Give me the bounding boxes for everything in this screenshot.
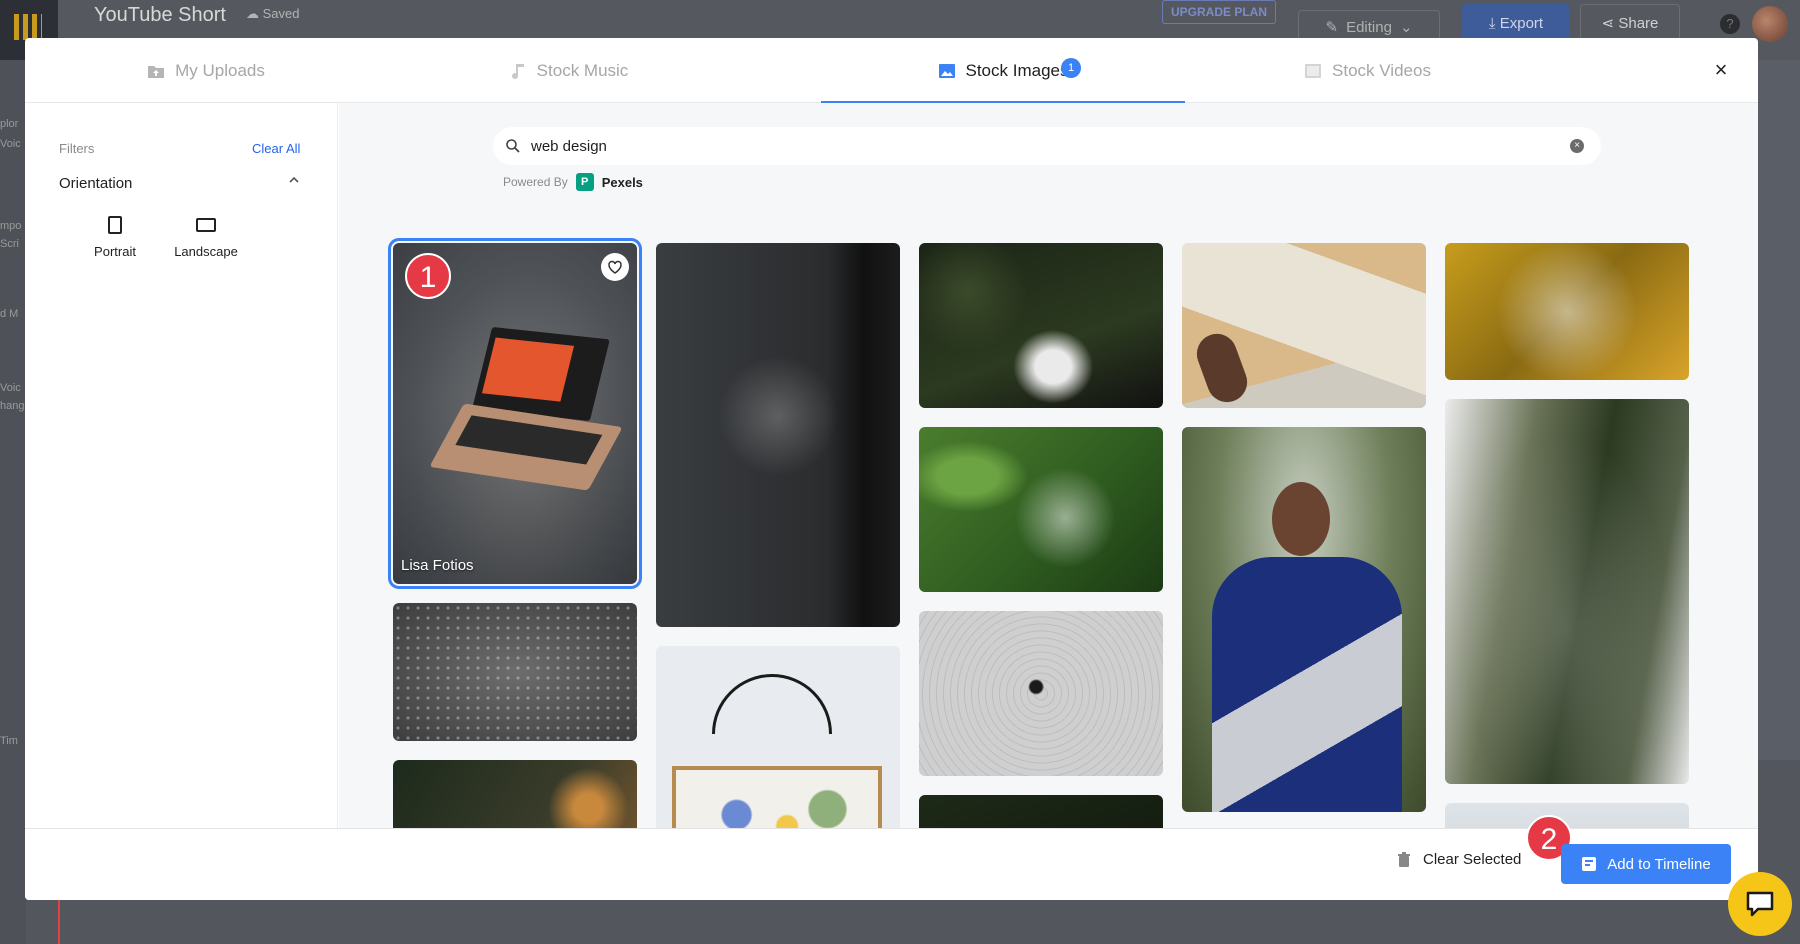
sidebar-label: Tim (0, 735, 18, 747)
user-avatar[interactable] (1752, 6, 1788, 42)
filters-label: Filters (59, 141, 95, 156)
share-button[interactable]: ⋖ Share (1580, 4, 1680, 42)
portrait-icon (108, 216, 122, 234)
sidebar-label: plor (0, 118, 19, 130)
clear-search-icon[interactable]: × (1570, 139, 1584, 153)
upload-folder-icon (148, 65, 165, 78)
search-bar: × (493, 127, 1601, 165)
portrait-head (1272, 482, 1330, 556)
trash-icon (1398, 851, 1410, 867)
pencil-icon: ✎ (1325, 19, 1339, 36)
hand-shape (1191, 328, 1253, 408)
landscape-icon (196, 218, 216, 232)
portrait-hoodie (1212, 557, 1402, 812)
tab-my-uploads[interactable]: My Uploads (25, 38, 387, 103)
orientation-portrait-option[interactable]: Portrait (75, 216, 155, 259)
landscape-label: Landscape (174, 244, 238, 259)
pexels-logo-icon: P (575, 173, 594, 191)
search-icon (506, 139, 520, 153)
clear-all-link[interactable]: Clear All (252, 141, 300, 156)
tab-label: Stock Images (965, 60, 1069, 80)
image-thumbnail-web-yellow[interactable] (1445, 243, 1689, 380)
help-icon[interactable]: ? (1720, 14, 1740, 34)
laptop-base (429, 403, 623, 491)
modal-footer: Clear Selected 2 Add to Timeline (25, 815, 1758, 900)
video-icon (1305, 63, 1322, 78)
sidebar-label: d M (0, 308, 19, 320)
image-thumbnail-web-tree[interactable] (1445, 399, 1689, 784)
image-thumbnail-woman-hoodie[interactable] (1182, 427, 1426, 812)
add-to-timeline-label: Add to Timeline (1607, 855, 1711, 873)
stock-images-results: × Powered By P Pexels Lisa Fotios 1 (339, 103, 1758, 828)
download-icon: ⤓ (1488, 14, 1500, 32)
project-title: YouTube Short (94, 4, 226, 26)
share-icon: ⋖ (1601, 15, 1619, 32)
tab-label: My Uploads (175, 60, 265, 80)
frame-hanger (712, 674, 832, 734)
filters-panel: Filters Clear All Orientation Portrait L… (25, 103, 338, 828)
photographer-credit: Lisa Fotios (401, 557, 474, 574)
powered-by: Powered By P Pexels (503, 173, 643, 191)
timeline-playhead (58, 900, 60, 944)
image-thumbnail-leaves-dark[interactable] (919, 243, 1163, 408)
export-label: Export (1499, 14, 1544, 32)
media-tabs: My Uploads Stock Music Stock Images 1 St… (25, 38, 1758, 104)
tab-label: Stock Videos (1332, 60, 1431, 80)
laptop-screen-content (481, 337, 575, 402)
tab-stock-images[interactable]: Stock Images 1 (821, 38, 1185, 104)
clear-selected-label: Clear Selected (1423, 851, 1522, 868)
image-thumbnail-web-green[interactable] (919, 427, 1163, 592)
image-thumbnail-desk-papers[interactable] (1182, 243, 1426, 408)
share-label: Share (1618, 14, 1659, 32)
tab-label: Stock Music (536, 60, 629, 80)
image-thumbnail-web-night[interactable] (919, 795, 1163, 828)
tab-stock-videos[interactable]: Stock Videos (1185, 38, 1550, 103)
editing-label: Editing (1346, 18, 1392, 36)
clear-selected-button[interactable]: Clear Selected (1397, 851, 1521, 868)
image-thumbnail-spider-gray[interactable] (919, 611, 1163, 776)
search-input[interactable] (531, 131, 1531, 161)
image-thumbnail-pressed-flowers[interactable] (656, 646, 900, 828)
image-icon (938, 63, 955, 78)
powered-by-label: Powered By (503, 175, 568, 189)
sidebar-label: Scri (0, 238, 19, 250)
close-icon[interactable]: × (1711, 59, 1731, 81)
add-to-timeline-button[interactable]: Add to Timeline (1561, 844, 1731, 884)
chevron-up-icon[interactable] (287, 173, 301, 187)
chat-support-icon[interactable] (1728, 872, 1792, 936)
tab-stock-music[interactable]: Stock Music (387, 38, 750, 103)
image-thumbnail-web-bokeh[interactable] (393, 760, 637, 828)
step-marker-1: 1 (405, 253, 451, 299)
portrait-label: Portrait (94, 244, 136, 259)
logo-bars-icon (14, 14, 42, 40)
saved-status: ☁ Saved (246, 6, 300, 21)
timeline-add-icon (1582, 857, 1597, 871)
sidebar-label: hang (0, 400, 25, 412)
sidebar-label: mpo (0, 220, 22, 232)
saved-status-label: Saved (262, 6, 300, 21)
selection-count-badge: 1 (1061, 58, 1081, 78)
sidebar-label: Voic (0, 382, 21, 394)
frame-glass (672, 766, 882, 828)
orientation-heading[interactable]: Orientation (59, 175, 132, 192)
upgrade-plan-button[interactable]: UPGRADE PLAN (1162, 0, 1276, 24)
orientation-landscape-option[interactable]: Landscape (166, 216, 246, 259)
editor-sidebar: plor Voic mpo Scri d M Voic hang Tim (0, 60, 26, 944)
image-thumbnail-web-dew[interactable] (393, 603, 637, 741)
laptop-keyboard (455, 415, 603, 465)
music-note-icon (511, 63, 524, 79)
media-library-modal: My Uploads Stock Music Stock Images 1 St… (25, 38, 1758, 900)
export-button[interactable]: ⤓ Export (1462, 4, 1570, 42)
image-thumbnail-web-dark[interactable] (656, 243, 900, 627)
pexels-name: Pexels (601, 174, 643, 190)
sidebar-label: Voic (0, 138, 21, 150)
chevron-down-icon: ⌄ (1399, 19, 1413, 36)
favorite-heart-icon[interactable] (601, 253, 629, 281)
